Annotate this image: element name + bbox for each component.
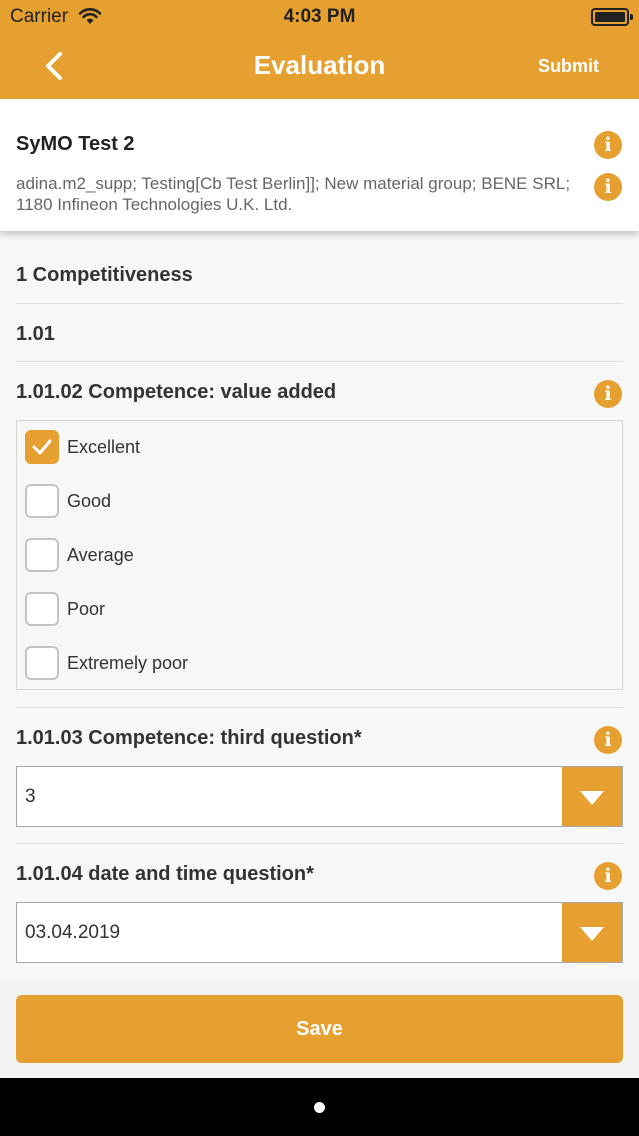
divider	[16, 707, 623, 708]
divider	[16, 361, 623, 362]
status-bar: Carrier 4:03 PM	[0, 0, 639, 34]
triangle-down-icon	[580, 791, 604, 805]
question-title: 1.01.04 date and time question*	[16, 863, 314, 885]
select-value: 3	[25, 786, 36, 807]
checkbox[interactable]	[25, 592, 59, 626]
info-icon[interactable]: i	[594, 862, 622, 890]
divider	[16, 843, 623, 844]
answer-options: Excellent Good Average Poor Extremely po…	[16, 420, 623, 690]
status-time: 4:03 PM	[283, 6, 356, 27]
option-poor[interactable]: Poor	[25, 592, 605, 626]
option-label: Extremely poor	[67, 653, 189, 673]
question-title: 1.01.02 Competence: value added	[16, 381, 337, 403]
divider	[16, 303, 623, 304]
home-indicator-bar	[0, 1078, 639, 1136]
checkbox[interactable]	[25, 538, 59, 572]
option-good[interactable]: Good	[25, 484, 605, 518]
section-title: 1 Competitiveness	[16, 264, 193, 286]
triangle-down-icon	[580, 927, 604, 941]
dropdown-button[interactable]	[562, 903, 622, 962]
option-label: Poor	[67, 599, 106, 619]
checkbox[interactable]	[25, 430, 59, 464]
answer-select[interactable]: 3	[16, 766, 623, 827]
submit-button[interactable]: Submit	[538, 56, 599, 77]
top-bar: Carrier 4:03 PM Evaluation Submit	[0, 0, 639, 99]
question-title: 1.01.03 Competence: third question*	[16, 727, 362, 749]
home-indicator[interactable]	[314, 1102, 325, 1113]
option-label: Good	[67, 491, 112, 511]
subsection-title: 1.01	[16, 323, 55, 345]
option-excellent[interactable]: Excellent	[25, 430, 605, 464]
evaluation-description: adina.m2_supp; Testing[Cb Test Berlin]];…	[16, 174, 571, 214]
info-icon[interactable]: i	[594, 380, 622, 408]
save-button[interactable]: Save	[16, 995, 623, 1063]
checkbox[interactable]	[25, 484, 59, 518]
option-label: Average	[67, 545, 134, 565]
battery-icon	[591, 8, 633, 26]
info-icon[interactable]: i	[594, 131, 622, 159]
save-bar: Save	[0, 980, 639, 1078]
dropdown-button[interactable]	[562, 767, 622, 826]
checkmark-icon	[32, 439, 52, 455]
option-extremely-poor[interactable]: Extremely poor	[25, 646, 605, 680]
checkbox[interactable]	[25, 646, 59, 680]
date-select[interactable]: 03.04.2019	[16, 902, 623, 963]
info-icon[interactable]: i	[594, 726, 622, 754]
select-value: 03.04.2019	[25, 922, 121, 943]
option-label: Excellent	[67, 437, 141, 457]
evaluation-header-card: SyMO Test 2 i adina.m2_supp; Testing[Cb …	[0, 99, 639, 231]
evaluation-name: SyMO Test 2	[16, 133, 135, 155]
option-average[interactable]: Average	[25, 538, 605, 572]
info-icon[interactable]: i	[594, 173, 622, 201]
